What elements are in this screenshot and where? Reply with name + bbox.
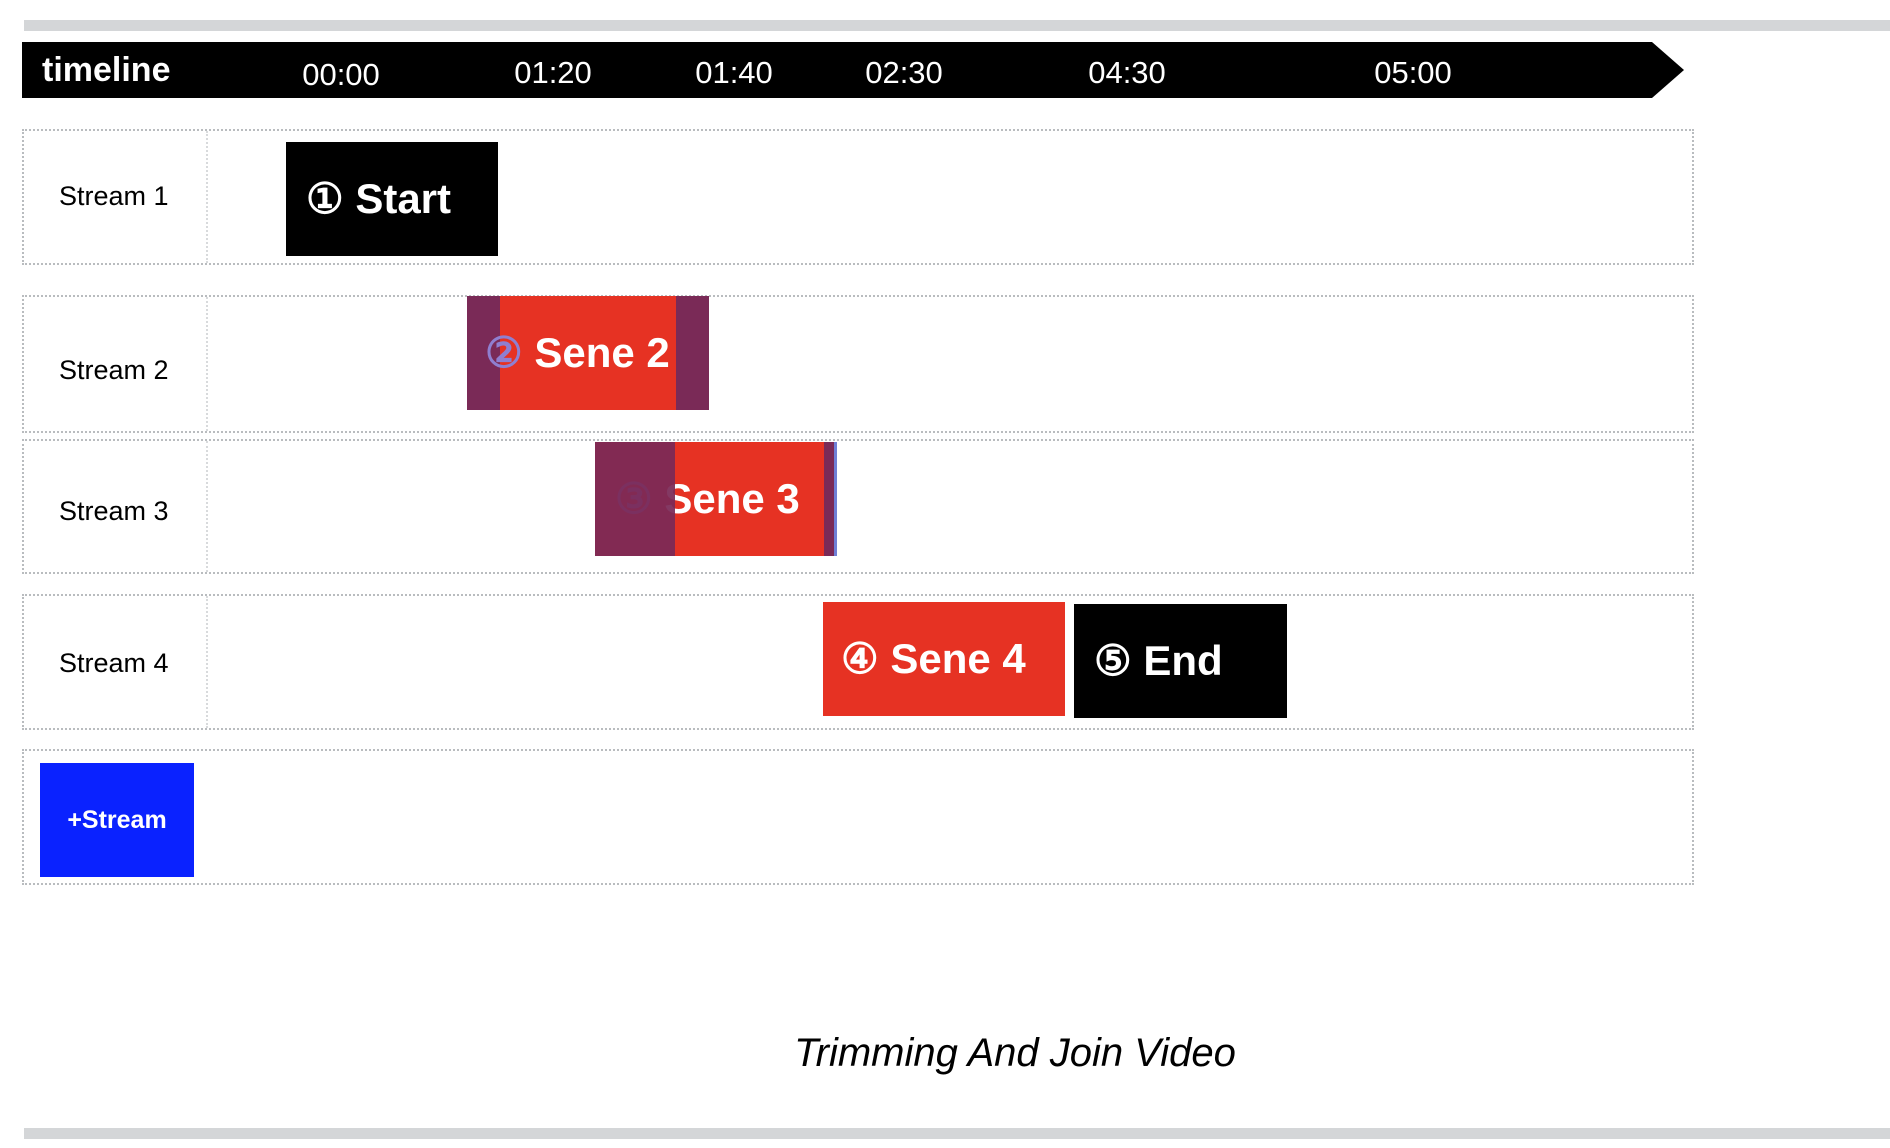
clip-title: Sene 3	[664, 475, 800, 522]
timeline-tick: 02:30	[865, 55, 943, 90]
stream-label: Stream 2	[59, 355, 169, 385]
clip-sene-3[interactable]: ③ Sene 3	[595, 442, 837, 556]
stream-row-1: Stream 1	[22, 129, 1694, 265]
timeline-tick: 05:00	[1374, 55, 1452, 90]
clip-end[interactable]: ⑤ End	[1074, 604, 1287, 718]
timeline-tick: 01:40	[695, 55, 773, 90]
stream-label: Stream 4	[59, 648, 169, 678]
stream-row-3: Stream 3	[22, 439, 1694, 574]
clip-title: End	[1143, 637, 1223, 684]
clip-title: Start	[355, 175, 452, 222]
clip-number: ④	[841, 635, 879, 682]
clip-start[interactable]: ① Start	[286, 142, 498, 256]
top-rule	[24, 20, 1890, 31]
clip-number: ②	[485, 329, 523, 376]
clip-number: ①	[306, 175, 344, 222]
bottom-rule	[24, 1128, 1890, 1139]
add-stream-button[interactable]: +Stream	[40, 763, 194, 877]
timeline-tick: 01:20	[514, 55, 592, 90]
clip-title: Sene 2	[534, 329, 670, 376]
clip-number: ⑤	[1094, 637, 1132, 684]
playhead-marker[interactable]	[834, 442, 837, 556]
timeline-label: timeline	[42, 51, 171, 89]
trim-handle-right[interactable]	[824, 442, 834, 556]
diagram-caption: Trimming And Join Video	[794, 1031, 1236, 1075]
timeline-tick: 00:00	[302, 57, 380, 92]
timeline-tick: 04:30	[1088, 55, 1166, 90]
add-stream-row: +Stream	[22, 749, 1694, 885]
clip-sene-2[interactable]: ② Sene 2	[467, 296, 709, 410]
stream-row-2: Stream 2	[22, 295, 1694, 433]
stream-label: Stream 1	[59, 181, 169, 211]
clip-title: Sene 4	[890, 635, 1026, 682]
trim-handle-left[interactable]	[595, 442, 675, 556]
stream-label: Stream 3	[59, 496, 169, 526]
clip-sene-4[interactable]: ④ Sene 4	[823, 602, 1065, 716]
trim-handle-right[interactable]	[676, 296, 709, 410]
